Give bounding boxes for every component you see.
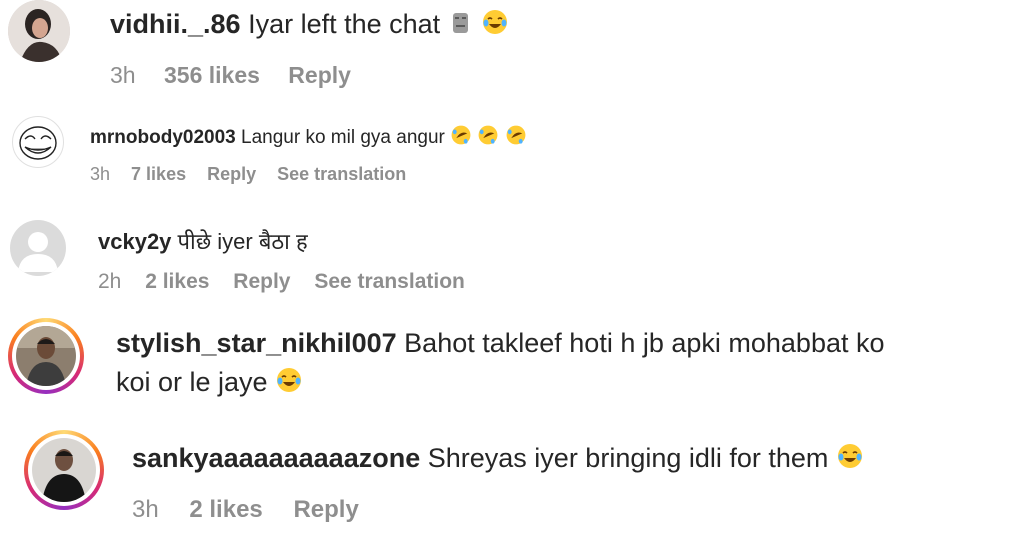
story-ring-avatar[interactable] [24, 430, 104, 510]
likes-count[interactable]: 2 likes [189, 496, 262, 524]
username[interactable]: mrnobody02003 [90, 127, 236, 148]
likes-count[interactable]: 356 likes [164, 62, 260, 89]
comment-time: 3h [90, 164, 111, 184]
trollface-icon [19, 126, 57, 160]
comment-text-line: mrnobody02003 Langur ko mil gya angur [90, 124, 527, 152]
comment-text-line: vcky2y पीछे iyer बैठा ह [98, 226, 308, 256]
comment-text: Iyar left the chat [248, 9, 441, 39]
avatar[interactable] [8, 0, 70, 62]
comment-text: koi or le jaye [116, 367, 268, 397]
see-translation-link[interactable]: See translation [314, 270, 465, 294]
reply-button[interactable]: Reply [288, 62, 351, 89]
rolling-on-floor-laughing-emoji [450, 124, 472, 152]
likes-count[interactable]: 7 likes [131, 164, 186, 185]
tears-of-joy-emoji [836, 442, 864, 477]
person-silhouette-icon [18, 232, 58, 272]
comment-text: पीछे iyer बैठा ह [177, 229, 308, 254]
comment-text-line-2: koi or le jaye [116, 366, 303, 401]
rolling-on-floor-laughing-emoji [505, 124, 527, 152]
tears-of-joy-emoji [275, 366, 303, 401]
reply-button[interactable]: Reply [233, 270, 290, 294]
avatar-photo-icon [32, 438, 96, 502]
stone-face-emoji [448, 10, 474, 43]
comment-meta: 3h 7 likes Reply See translation [90, 164, 406, 185]
avatar[interactable] [12, 116, 64, 168]
story-ring-avatar[interactable] [8, 318, 84, 394]
comment-meta: 3h 356 likes Reply [110, 62, 351, 89]
comment-time: 3h [132, 496, 159, 523]
tears-of-joy-emoji [481, 8, 509, 43]
comment-text-line: sankyaaaaaaaaaazone Shreyas iyer bringin… [132, 442, 864, 477]
reply-button[interactable]: Reply [207, 164, 256, 185]
username[interactable]: sankyaaaaaaaaaazone [132, 443, 420, 473]
rolling-on-floor-laughing-emoji [477, 124, 499, 152]
comment-text: Shreyas iyer bringing idli for them [427, 443, 829, 473]
default-avatar[interactable] [10, 220, 66, 276]
comment-text-line: vidhii._.86 Iyar left the chat [110, 8, 509, 43]
avatar-photo-icon [16, 326, 76, 386]
comment-meta: 2h 2 likes Reply See translation [98, 270, 465, 294]
reply-button[interactable]: Reply [293, 496, 358, 524]
username[interactable]: vidhii._.86 [110, 9, 241, 39]
username[interactable]: stylish_star_nikhil007 [116, 328, 397, 358]
likes-count[interactable]: 2 likes [145, 270, 209, 294]
see-translation-link[interactable]: See translation [277, 164, 406, 185]
comment-meta: 3h 2 likes Reply [132, 496, 359, 524]
comment-text-line: stylish_star_nikhil007 Bahot takleef hot… [116, 328, 885, 359]
username[interactable]: vcky2y [98, 229, 171, 254]
comment-text: Langur ko mil gya angur [241, 127, 445, 148]
comment-text: Bahot takleef hoti h jb apki mohabbat ko [404, 328, 885, 358]
comment-time: 2h [98, 270, 122, 293]
comment-time: 3h [110, 62, 136, 88]
avatar-photo-icon [8, 0, 70, 62]
